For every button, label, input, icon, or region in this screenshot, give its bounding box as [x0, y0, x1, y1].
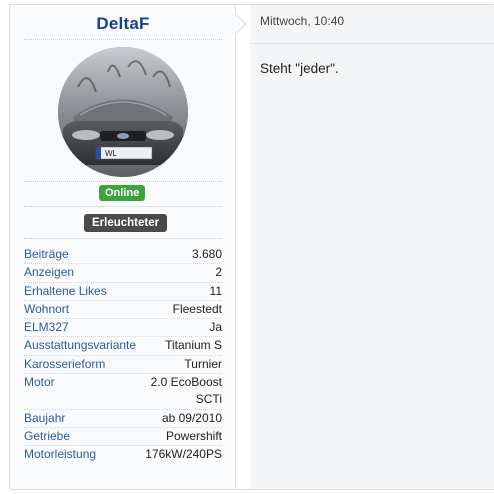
stat-label: Motor: [24, 375, 55, 390]
user-sidebar: DeltaF WL Online Erleuchteter Beiträge 3…: [10, 5, 236, 489]
stat-value: 176kW/240PS: [145, 447, 222, 462]
stat-value: 2: [215, 265, 222, 280]
online-status-badge: Online: [99, 185, 146, 201]
username-link[interactable]: DeltaF: [10, 14, 236, 34]
post-timestamp[interactable]: Mittwoch, 10:40: [260, 14, 344, 28]
stat-label[interactable]: Erhaltene Likes: [24, 283, 107, 300]
avatar[interactable]: WL: [58, 47, 188, 177]
post-content: Mittwoch, 10:40 Steht "jeder".: [250, 5, 494, 489]
stat-row-karosserie: Karosserieform Turnier: [24, 356, 222, 375]
stat-label: Baujahr: [24, 410, 66, 425]
stat-value: Ja: [209, 320, 222, 335]
stat-row-motorleistung: Motorleistung 176kW/240PS: [24, 446, 222, 463]
divider: [250, 43, 494, 44]
post-message: Steht "jeder".: [260, 61, 339, 76]
stat-row-baujahr: Baujahr ab 09/2010: [24, 410, 222, 428]
car-avatar-icon: WL: [58, 47, 188, 177]
divider: [24, 206, 222, 207]
divider: [24, 181, 222, 182]
stat-value: Titanium S: [165, 338, 222, 353]
divider: [24, 39, 222, 40]
stat-label: Ausstattungsvariante: [24, 338, 137, 353]
stat-label[interactable]: Anzeigen: [24, 264, 74, 281]
stat-value: Fleestedt: [172, 301, 222, 316]
stat-row-ausstattung: Ausstattungsvariante Titanium S: [24, 337, 222, 356]
svg-text:WL: WL: [105, 149, 118, 158]
stat-row-beitraege: Beiträge 3.680: [24, 246, 222, 265]
stat-value: 2.0 EcoBoost SCTi: [150, 375, 222, 407]
speech-arrow: [235, 15, 245, 33]
stat-value: Turnier: [184, 356, 222, 371]
stat-label: ELM327: [24, 320, 69, 335]
user-stats-list: Beiträge 3.680 Anzeigen 2 Erhaltene Like…: [24, 246, 222, 464]
stat-label[interactable]: Beiträge: [24, 246, 69, 263]
divider: [24, 238, 222, 239]
stat-row-wohnort: Wohnort Fleestedt: [24, 301, 222, 320]
stat-label: Motorleistung: [24, 447, 97, 462]
stat-label: Karosserieform: [24, 356, 106, 371]
stat-label: Wohnort: [24, 301, 70, 316]
stat-value: ab 09/2010: [161, 410, 222, 425]
stat-row-anzeigen: Anzeigen 2: [24, 264, 222, 283]
stat-row-getriebe: Getriebe Powershift: [24, 428, 222, 447]
stat-value: Powershift: [165, 428, 222, 443]
user-rank-badge: Erleuchteter: [84, 214, 168, 232]
stat-row-elm327: ELM327 Ja: [24, 319, 222, 338]
stat-value: 11: [209, 283, 222, 298]
stat-row-motor: Motor 2.0 EcoBoost SCTi: [24, 374, 222, 410]
stat-label: Getriebe: [24, 428, 71, 443]
stat-row-likes: Erhaltene Likes 11: [24, 283, 222, 301]
post-container: DeltaF WL Online Erleuchteter Beiträge 3…: [9, 4, 494, 490]
stat-value: 3.680: [191, 247, 222, 261]
